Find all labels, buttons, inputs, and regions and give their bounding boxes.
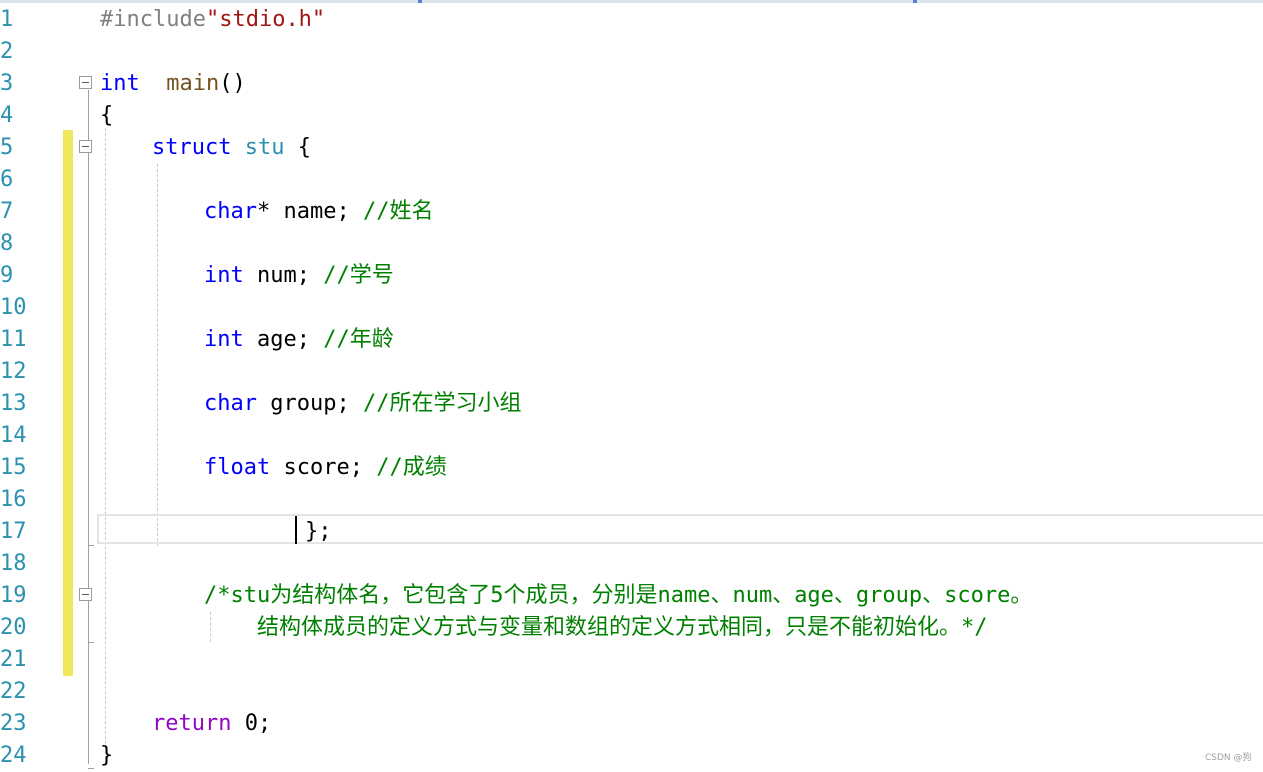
line-number: 20	[0, 615, 27, 640]
code-line-13[interactable]: char group; //所在学习小组	[204, 388, 521, 420]
line-number: 19	[0, 583, 27, 608]
line-number: 11	[0, 327, 27, 352]
line-number: 4	[0, 103, 14, 128]
fold-end-tick	[88, 642, 94, 643]
return-value: 0;	[231, 711, 272, 736]
line-number: 6	[0, 167, 14, 192]
close-brace: }	[100, 743, 114, 768]
line-number: 7	[0, 199, 14, 224]
fold-end-tick	[88, 545, 94, 546]
indent-guide	[105, 128, 106, 764]
code-line-24[interactable]: }	[100, 740, 113, 772]
open-brace: {	[100, 103, 114, 128]
line-number: 15	[0, 455, 27, 480]
scroll-marker	[418, 0, 422, 3]
text-caret	[295, 516, 297, 544]
keyword: int	[100, 71, 140, 96]
line-number: 14	[0, 423, 27, 448]
code-line-4[interactable]: {	[100, 100, 113, 132]
fold-line	[88, 90, 89, 764]
collapse-struct-icon[interactable]	[79, 140, 92, 153]
block-comment: /*stu为结构体名，它包含了5个成员，分别是name、num、age、grou…	[204, 583, 1033, 608]
declaration: num;	[243, 263, 324, 288]
collapse-comment-icon[interactable]	[79, 588, 92, 601]
collapse-main-icon[interactable]	[79, 76, 92, 89]
comment: //所在学习小组	[362, 391, 522, 416]
line-number: 2	[0, 39, 14, 64]
keyword: float	[204, 455, 271, 480]
keyword: int	[204, 263, 244, 288]
code-line-23[interactable]: return 0;	[152, 708, 271, 740]
comment: //年龄	[323, 327, 394, 352]
fold-end-tick	[88, 768, 94, 769]
code-line-3[interactable]: int main()	[100, 68, 246, 100]
watermark: CSDN @狗	[1205, 753, 1252, 763]
keyword: struct	[152, 135, 232, 160]
include-path: "stdio.h"	[205, 7, 326, 32]
declaration: * name;	[256, 199, 363, 224]
current-line-highlight	[97, 514, 1263, 544]
line-number: 1	[0, 7, 14, 32]
line-number: 5	[0, 135, 14, 160]
indent-guide	[210, 612, 211, 642]
keyword: char	[204, 391, 257, 416]
preprocessor-directive: #include	[100, 7, 206, 32]
declaration: score;	[270, 455, 377, 480]
indent-guide	[157, 164, 158, 546]
top-border	[0, 0, 1263, 3]
parens: ()	[219, 71, 246, 96]
line-number: 17	[0, 519, 27, 544]
comment: //姓名	[362, 199, 434, 224]
line-number: 22	[0, 679, 27, 704]
line-number: 10	[0, 295, 27, 320]
struct-name: stu	[244, 135, 285, 160]
code-line-20[interactable]: 结构体成员的定义方式与变量和数组的定义方式相同，只是不能初始化。*/	[257, 612, 988, 644]
line-number: 12	[0, 359, 27, 384]
line-number: 18	[0, 551, 27, 576]
function-name: main	[166, 71, 220, 96]
declaration: group;	[256, 391, 363, 416]
code-line-11[interactable]: int age; //年龄	[204, 324, 394, 356]
comment: //学号	[323, 263, 394, 288]
line-number: 13	[0, 391, 27, 416]
code-line-1[interactable]: #include"stdio.h"	[100, 4, 325, 36]
line-number: 16	[0, 487, 27, 512]
open-brace: {	[297, 135, 311, 160]
line-number: 23	[0, 711, 27, 736]
line-number: 21	[0, 647, 27, 672]
code-line-17[interactable]: };	[305, 516, 332, 548]
struct-close: };	[305, 519, 332, 544]
code-line-9[interactable]: int num; //学号	[204, 260, 394, 292]
keyword: int	[204, 327, 244, 352]
scroll-marker	[913, 0, 917, 3]
keyword: char	[204, 199, 257, 224]
code-line-15[interactable]: float score; //成绩	[204, 452, 447, 484]
code-line-19[interactable]: /*stu为结构体名，它包含了5个成员，分别是name、num、age、grou…	[204, 580, 1032, 612]
code-line-7[interactable]: char* name; //姓名	[204, 196, 433, 228]
line-number: 9	[0, 263, 14, 288]
line-number: 24	[0, 743, 27, 768]
block-comment: 结构体成员的定义方式与变量和数组的定义方式相同，只是不能初始化。*/	[257, 615, 988, 640]
line-number: 8	[0, 231, 14, 256]
comment: //成绩	[376, 455, 447, 480]
line-number: 3	[0, 71, 14, 96]
declaration: age;	[243, 327, 324, 352]
change-indicator-bar	[63, 130, 73, 676]
keyword: return	[152, 711, 232, 736]
code-line-5[interactable]: struct stu {	[152, 132, 311, 164]
